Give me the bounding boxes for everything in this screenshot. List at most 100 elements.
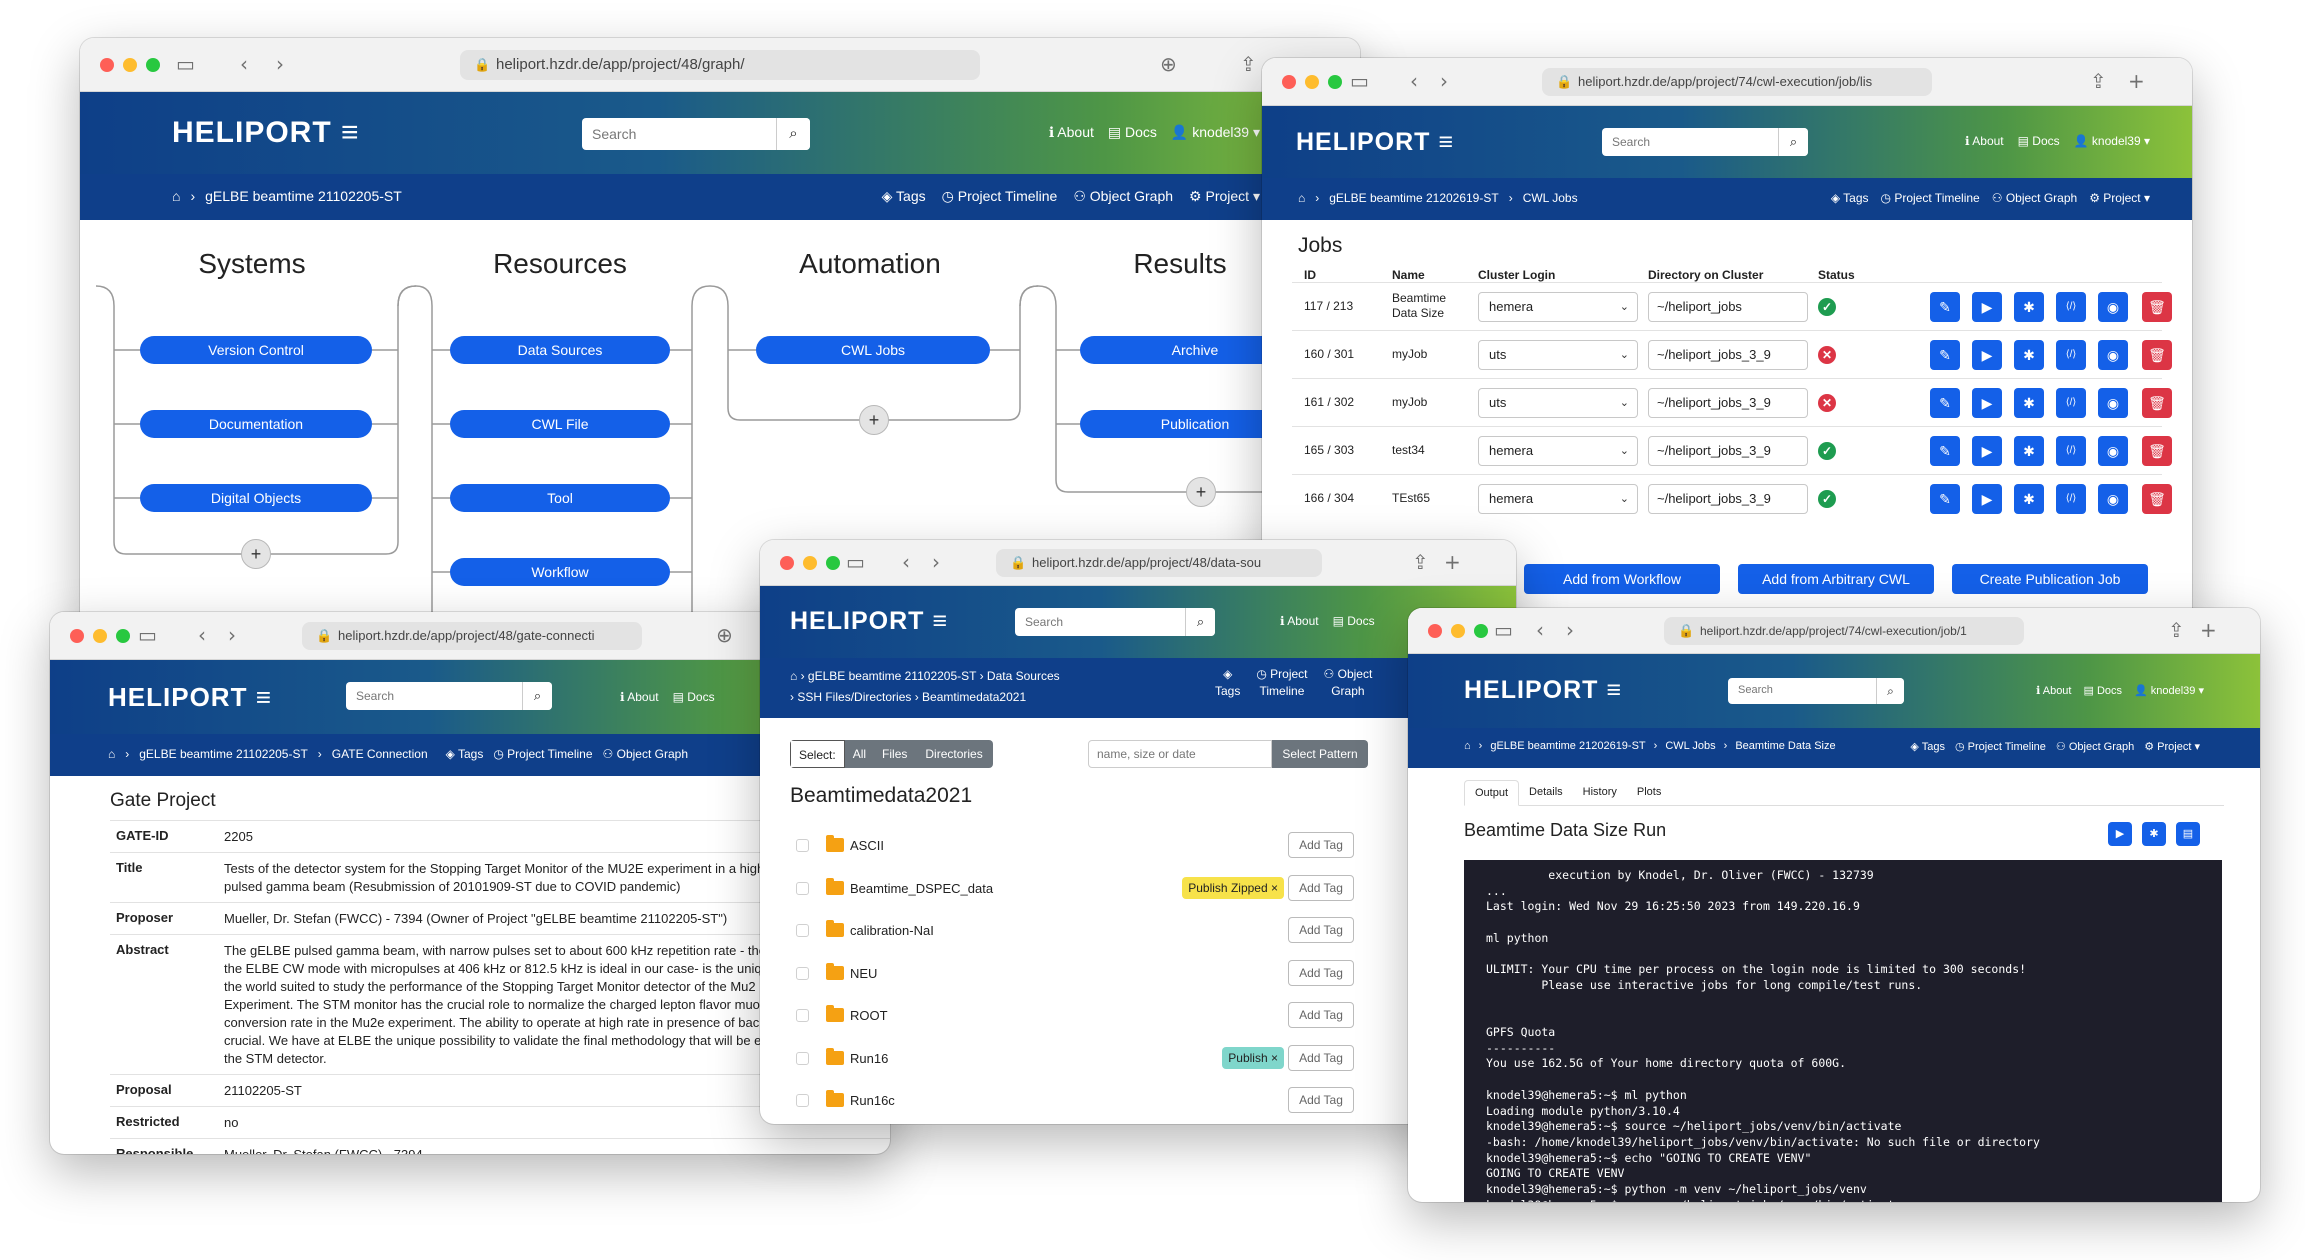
- close-icon[interactable]: ×: [1271, 881, 1278, 895]
- row-checkbox[interactable]: [796, 881, 809, 895]
- about-link[interactable]: ℹ About: [1049, 124, 1094, 141]
- search-icon[interactable]: ⌕: [776, 118, 810, 150]
- play-job-button[interactable]: ▶: [1972, 340, 2002, 370]
- play-job-button[interactable]: ▶: [1972, 292, 2002, 322]
- url-bar[interactable]: 🔒 heliport.hzdr.de/app/project/48/gate-co…: [302, 622, 642, 650]
- breadcrumb-project[interactable]: gELBE beamtime 21102205-ST: [139, 747, 308, 761]
- node-workflow[interactable]: Workflow: [450, 558, 670, 586]
- nav-tags[interactable]: ◈ Tags: [1215, 666, 1240, 700]
- url-bar[interactable]: 🔒 heliport.hzdr.de/app/project/74/cwl-exe…: [1542, 68, 1932, 96]
- row-checkbox[interactable]: [796, 1094, 809, 1107]
- cluster-login-select[interactable]: hemera ⌄: [1478, 436, 1638, 466]
- breadcrumb-gate-connection[interactable]: GATE Connection: [332, 747, 428, 761]
- back-icon[interactable]: ‹: [902, 551, 910, 573]
- nav-object-graph[interactable]: ⚇ Object Graph: [2056, 740, 2134, 753]
- share-icon[interactable]: ⇪: [2168, 619, 2185, 641]
- docs-link[interactable]: ▤ Docs: [1333, 614, 1375, 628]
- minimize-dot[interactable]: [1305, 75, 1319, 89]
- nav-project[interactable]: ⚙ Project ▾: [2144, 740, 2200, 753]
- node-documentation[interactable]: Documentation: [140, 410, 372, 438]
- search-icon[interactable]: ⌕: [1185, 608, 1215, 636]
- user-menu[interactable]: 👤 knodel39 ▾: [2074, 134, 2150, 148]
- nav-object-graph[interactable]: ⚇ Object Graph: [603, 747, 688, 761]
- list-item[interactable]: ROOT Add Tag: [790, 996, 1376, 1036]
- row-checkbox[interactable]: [796, 924, 809, 937]
- add-tag-button[interactable]: Add Tag: [1288, 917, 1354, 943]
- run-button[interactable]: ▶: [2108, 822, 2132, 846]
- download-icon[interactable]: ⊕: [1160, 53, 1177, 75]
- job-name[interactable]: test34: [1392, 443, 1458, 458]
- docs-link[interactable]: ▤ Docs: [2018, 134, 2060, 148]
- search-icon[interactable]: ⌕: [1778, 128, 1808, 156]
- list-item[interactable]: Run16 Add Tag Publish ×: [790, 1039, 1376, 1079]
- edit-job-button[interactable]: ✎: [1930, 436, 1960, 466]
- edit-job-button[interactable]: ✎: [1930, 388, 1960, 418]
- breadcrumb-cwl-jobs[interactable]: CWL Jobs: [1665, 740, 1715, 752]
- close-dot[interactable]: [1282, 75, 1296, 89]
- forward-icon[interactable]: ›: [276, 53, 284, 75]
- back-icon[interactable]: ‹: [1536, 619, 1544, 641]
- job-name[interactable]: myJob: [1392, 395, 1458, 410]
- forward-icon[interactable]: ›: [1440, 70, 1448, 92]
- tab-details[interactable]: Details: [1519, 780, 1573, 805]
- folder-name[interactable]: Beamtime_DSPEC_data: [850, 881, 993, 896]
- nav-project[interactable]: ⚙ Project ▾: [1189, 188, 1260, 205]
- tab-history[interactable]: History: [1573, 780, 1627, 805]
- file-button[interactable]: ▤: [2176, 822, 2200, 846]
- row-checkbox[interactable]: [796, 1051, 809, 1065]
- home-icon[interactable]: ⌂: [790, 669, 797, 683]
- url-bar[interactable]: 🔒 heliport.hzdr.de/app/project/74/cwl-exe…: [1664, 617, 2024, 645]
- folder-name[interactable]: ASCII: [850, 838, 884, 853]
- breadcrumb-cwl-jobs[interactable]: CWL Jobs: [1523, 191, 1578, 205]
- node-data-sources[interactable]: Data Sources: [450, 336, 670, 364]
- about-link[interactable]: ℹ About: [620, 690, 659, 704]
- zoom-dot[interactable]: [116, 629, 130, 643]
- delete-job-button[interactable]: 🗑: [2142, 340, 2172, 370]
- list-item[interactable]: ASCII Add Tag: [790, 826, 1376, 866]
- tab-plots[interactable]: Plots: [1627, 780, 1671, 805]
- heliport-logo[interactable]: HELIPORT ≡: [790, 607, 948, 636]
- play-job-button[interactable]: ▶: [1972, 436, 2002, 466]
- minimize-dot[interactable]: [1451, 624, 1465, 638]
- user-menu[interactable]: 👤 knodel39 ▾: [1171, 124, 1260, 141]
- select-pattern-button[interactable]: Select Pattern: [1272, 740, 1368, 768]
- nav-tags[interactable]: ◈ Tags: [1831, 191, 1869, 205]
- cluster-login-select[interactable]: uts ⌄: [1478, 340, 1638, 370]
- add-result-button[interactable]: +: [1186, 477, 1216, 507]
- user-menu[interactable]: 👤 knodel39 ▾: [2134, 684, 2204, 697]
- play-job-button[interactable]: ▶: [1972, 388, 2002, 418]
- bug-job-button[interactable]: ✱: [2014, 388, 2044, 418]
- add-tag-button[interactable]: Add Tag: [1288, 1002, 1354, 1028]
- heliport-logo[interactable]: HELIPORT ≡: [1296, 128, 1454, 157]
- search-icon[interactable]: ⌕: [1876, 678, 1904, 704]
- zoom-dot[interactable]: [1474, 624, 1488, 638]
- node-cwl-jobs[interactable]: CWL Jobs: [756, 336, 990, 364]
- delete-job-button[interactable]: 🗑: [2142, 292, 2172, 322]
- nav-tags[interactable]: ◈ Tags: [882, 188, 926, 205]
- bug-job-button[interactable]: ✱: [2014, 436, 2044, 466]
- list-item[interactable]: Run16c Add Tag: [790, 1081, 1376, 1121]
- publish-badge[interactable]: Publish Zipped ×: [1182, 876, 1284, 899]
- close-icon[interactable]: ×: [1271, 1051, 1278, 1065]
- download-icon[interactable]: ⊕: [716, 624, 733, 646]
- heliport-logo[interactable]: HELIPORT ≡: [172, 116, 360, 150]
- nav-project-timeline[interactable]: ◷ Project Timeline: [1955, 740, 2046, 753]
- url-bar[interactable]: 🔒 heliport.hzdr.de/app/project/48/graph/: [460, 50, 980, 80]
- new-tab-icon[interactable]: +: [1444, 551, 1461, 573]
- node-cwl-file[interactable]: CWL File: [450, 410, 670, 438]
- minimize-dot[interactable]: [123, 58, 137, 72]
- share-icon[interactable]: ⇪: [1240, 53, 1257, 75]
- minimize-dot[interactable]: [803, 556, 817, 570]
- close-dot[interactable]: [780, 556, 794, 570]
- minimize-dot[interactable]: [93, 629, 107, 643]
- row-checkbox[interactable]: [796, 966, 809, 980]
- home-icon[interactable]: ⌂: [108, 747, 115, 761]
- breadcrumb-project[interactable]: gELBE beamtime 21202619-ST: [1329, 191, 1498, 205]
- nav-tags[interactable]: ◈ Tags: [1910, 740, 1945, 753]
- directory-input[interactable]: ~/heliport_jobs_3_9: [1648, 484, 1808, 514]
- zoom-dot[interactable]: [826, 556, 840, 570]
- share-icon[interactable]: ⇪: [1412, 551, 1429, 573]
- add-system-button[interactable]: +: [241, 539, 271, 569]
- edit-job-button[interactable]: ✎: [1930, 340, 1960, 370]
- node-tool[interactable]: Tool: [450, 484, 670, 512]
